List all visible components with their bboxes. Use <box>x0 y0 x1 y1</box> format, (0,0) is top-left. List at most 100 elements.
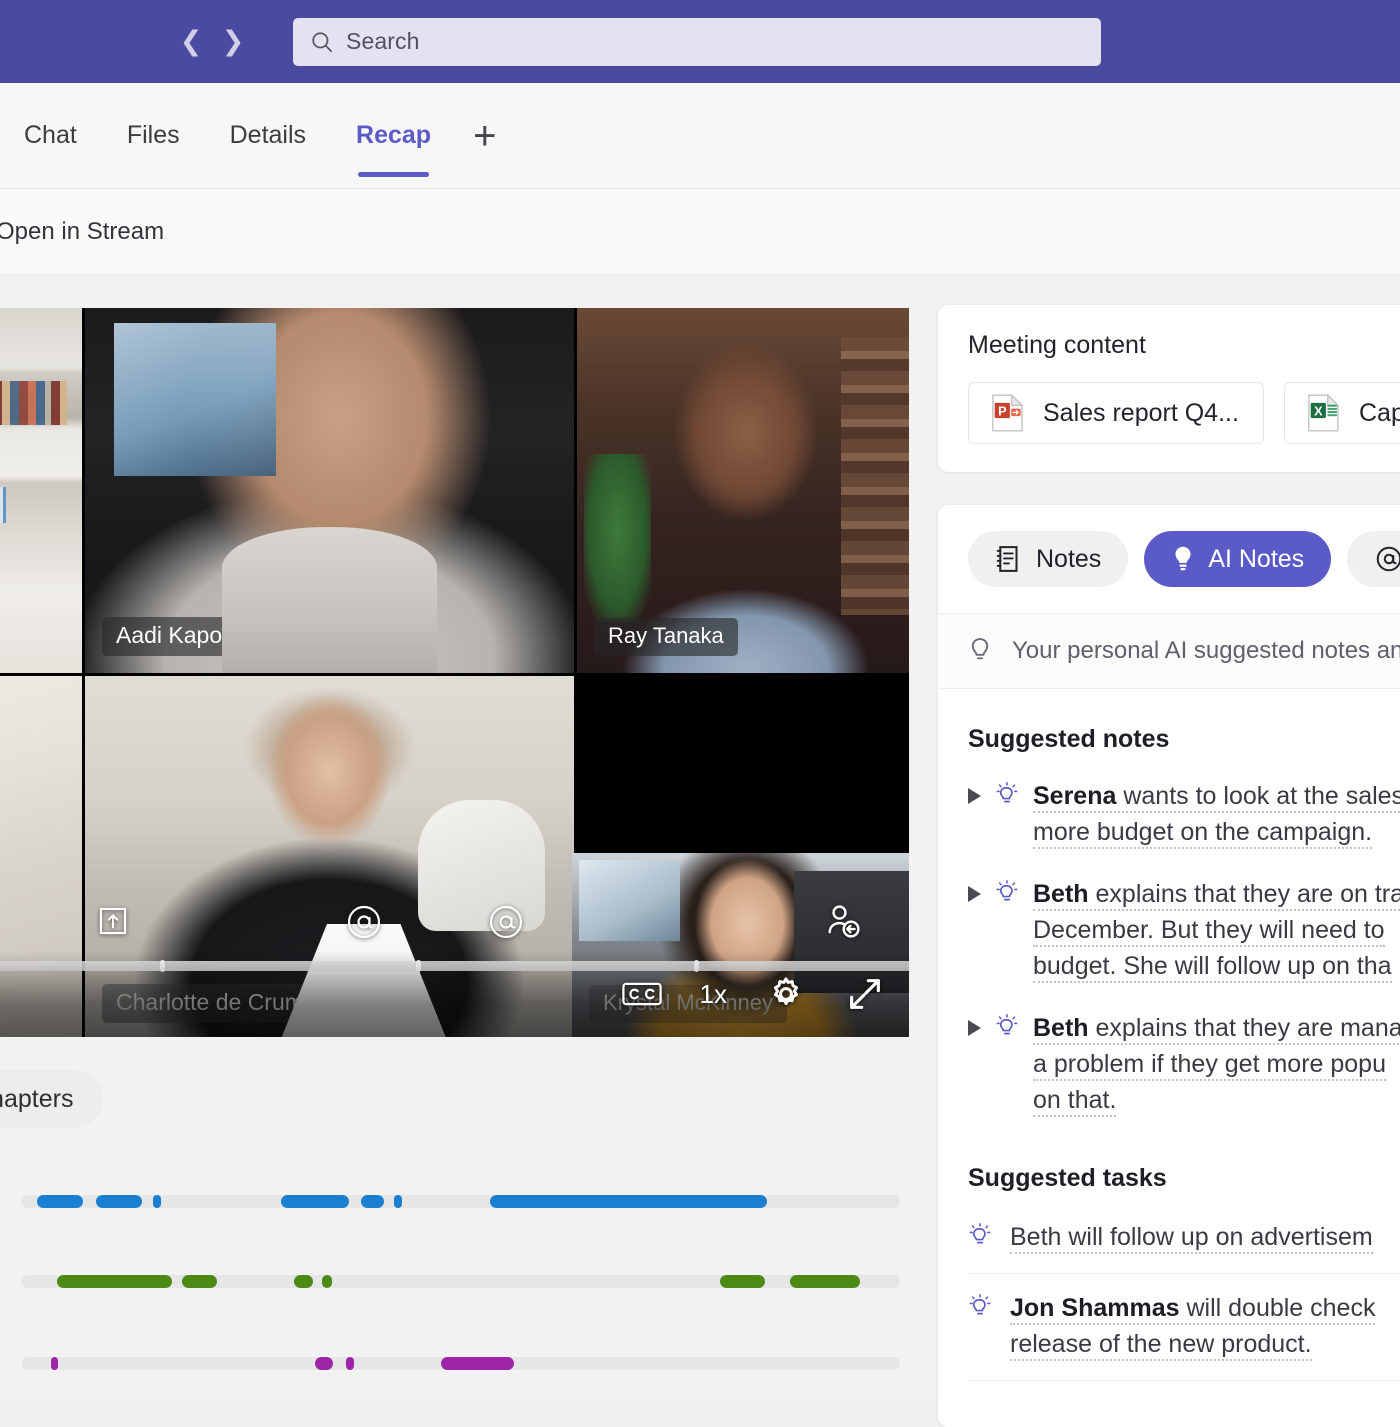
expand-icon[interactable] <box>845 974 885 1014</box>
chapters-label: Chapters <box>0 1084 74 1113</box>
tab-details[interactable]: Details <box>230 83 306 189</box>
timeline-track-2[interactable] <box>22 1275 900 1288</box>
ai-notes-card: Notes AI Notes M <box>938 505 1400 1427</box>
player-controls: 1x <box>0 951 909 1037</box>
forward-icon[interactable]: ❯ <box>220 25 246 59</box>
suggested-task-item[interactable]: Beth will follow up on advertisem <box>968 1219 1400 1274</box>
search-input[interactable]: Search <box>293 17 1101 66</box>
participant-grid: Aadi Kapoor Ray Tanaka Charlotte de Crum… <box>0 308 909 1037</box>
participant-tile[interactable] <box>0 308 82 673</box>
note-line: explains that they are on tra <box>1095 880 1400 908</box>
ai-notes-body: Suggested notes Serena wants to look at … <box>938 689 1400 1427</box>
tab-notes[interactable]: Notes <box>968 531 1129 587</box>
lightbulb-icon <box>969 1294 991 1315</box>
tab-mentions[interactable]: M <box>1347 531 1400 587</box>
file-chip-powerpoint[interactable]: P Sales report Q4... <box>968 382 1264 444</box>
chapters-button[interactable]: Chapters <box>0 1070 104 1128</box>
note-speaker: Beth <box>1033 880 1089 908</box>
playback-speed-button[interactable]: 1x <box>700 981 727 1007</box>
add-tab-icon[interactable]: + <box>473 83 496 189</box>
suggested-note-item[interactable]: Beth explains that they are mana a probl… <box>968 1010 1400 1118</box>
timeline-segment[interactable] <box>789 1275 861 1288</box>
timeline-segment[interactable] <box>95 1195 142 1208</box>
meeting-content-title: Meeting content <box>968 331 1146 359</box>
task-line: will double check <box>1186 1294 1376 1322</box>
timeline-segment[interactable] <box>37 1195 83 1208</box>
lightbulb-icon <box>996 1014 1018 1035</box>
timeline-segment[interactable] <box>719 1275 765 1288</box>
notepad-icon <box>996 546 1018 572</box>
notes-tab-pills: Notes AI Notes M <box>938 505 1400 613</box>
timeline-track-1[interactable] <box>22 1195 900 1208</box>
timeline-segment[interactable] <box>56 1275 172 1288</box>
expand-triangle-icon[interactable] <box>968 788 981 804</box>
timeline-segment[interactable] <box>489 1195 767 1208</box>
participant-tile[interactable]: Ray Tanaka <box>577 308 909 673</box>
note-line: wants to look at the sales <box>1123 782 1400 810</box>
back-icon[interactable]: ❮ <box>178 25 204 59</box>
tab-ai-notes[interactable]: AI Notes <box>1144 531 1332 587</box>
timeline-segment[interactable] <box>393 1195 402 1208</box>
suggested-task-item[interactable]: Jon Shammas will double check release of… <box>968 1290 1400 1381</box>
meeting-recording-player[interactable]: Aadi Kapoor Ray Tanaka Charlotte de Crum… <box>0 308 909 1037</box>
lightbulb-icon <box>996 880 1018 901</box>
note-speaker: Beth <box>1033 1014 1089 1042</box>
title-bar: ❮ ❯ Search <box>0 0 1400 83</box>
timeline-segment[interactable] <box>441 1357 514 1370</box>
file-chip-excel[interactable]: X Capa <box>1284 382 1400 444</box>
ai-notes-banner-text: Your personal AI suggested notes an <box>1012 637 1400 664</box>
tab-ai-notes-label: AI Notes <box>1208 544 1305 573</box>
timeline-segment[interactable] <box>314 1357 334 1370</box>
at-mention-icon <box>1376 546 1400 572</box>
at-mention-icon[interactable] <box>486 902 526 947</box>
timeline-segment[interactable] <box>51 1357 58 1370</box>
task-line: release of the new product. <box>1010 1330 1312 1361</box>
note-line: on that. <box>1033 1086 1117 1117</box>
note-line: a problem if they get more popu <box>1033 1050 1386 1081</box>
timeline-segment[interactable] <box>322 1275 332 1288</box>
share-up-icon[interactable] <box>96 904 130 943</box>
participant-tile[interactable]: Aadi Kapoor <box>85 308 574 673</box>
participant-name: Aadi Kapoor <box>102 617 257 656</box>
participant-name: Ray Tanaka <box>594 618 738 656</box>
gear-icon[interactable] <box>765 973 807 1015</box>
task-line: Beth will follow up on advertisem <box>1010 1223 1373 1254</box>
add-person-icon[interactable] <box>822 900 864 947</box>
tab-files[interactable]: Files <box>127 83 180 189</box>
suggested-note-text: Serena wants to look at the sales more b… <box>1033 778 1400 850</box>
at-mention-icon[interactable] <box>344 902 384 947</box>
timeline-segment[interactable] <box>281 1195 350 1208</box>
excel-icon: X <box>1308 394 1340 432</box>
tab-chat[interactable]: Chat <box>24 83 77 189</box>
meeting-content-card: Meeting content P Sales report Q4... X C… <box>938 305 1400 472</box>
timeline-segment[interactable] <box>294 1275 314 1288</box>
lightbulb-icon <box>1175 546 1191 571</box>
tab-notes-label: Notes <box>1036 544 1102 573</box>
timeline-segment[interactable] <box>153 1195 162 1208</box>
search-icon <box>312 31 332 52</box>
open-in-stream-button[interactable]: Open in Stream <box>0 218 164 246</box>
tab-strip: Chat Files Details Recap + <box>0 83 1400 189</box>
svg-text:P: P <box>998 405 1007 419</box>
expand-triangle-icon[interactable] <box>968 1020 981 1036</box>
expand-triangle-icon[interactable] <box>968 886 981 902</box>
tab-recap[interactable]: Recap <box>356 83 431 189</box>
timeline-track-3[interactable] <box>22 1357 900 1370</box>
suggested-note-item[interactable]: Serena wants to look at the sales more b… <box>968 778 1400 850</box>
suggested-note-text: Beth explains that they are on tra Decem… <box>1033 876 1400 984</box>
timeline-segment[interactable] <box>360 1195 385 1208</box>
note-speaker: Serena <box>1033 782 1117 810</box>
lightbulb-icon <box>969 1223 991 1244</box>
suggested-note-item[interactable]: Beth explains that they are on tra Decem… <box>968 876 1400 984</box>
lightbulb-icon <box>996 782 1018 803</box>
ai-notes-banner: Your personal AI suggested notes an <box>938 613 1400 689</box>
suggested-task-text: Beth will follow up on advertisem <box>1010 1219 1373 1255</box>
timeline-segment[interactable] <box>345 1357 354 1370</box>
timeline-segment[interactable] <box>182 1275 218 1288</box>
suggested-task-text: Jon Shammas will double check release of… <box>1010 1290 1376 1362</box>
file-name: Sales report Q4... <box>1043 398 1239 427</box>
closed-captions-button[interactable] <box>621 979 662 1009</box>
recap-side-panel: Meeting content P Sales report Q4... X C… <box>938 305 1400 1427</box>
suggested-note-text: Beth explains that they are mana a probl… <box>1033 1010 1400 1118</box>
note-line: December. But they will need to <box>1033 916 1385 947</box>
